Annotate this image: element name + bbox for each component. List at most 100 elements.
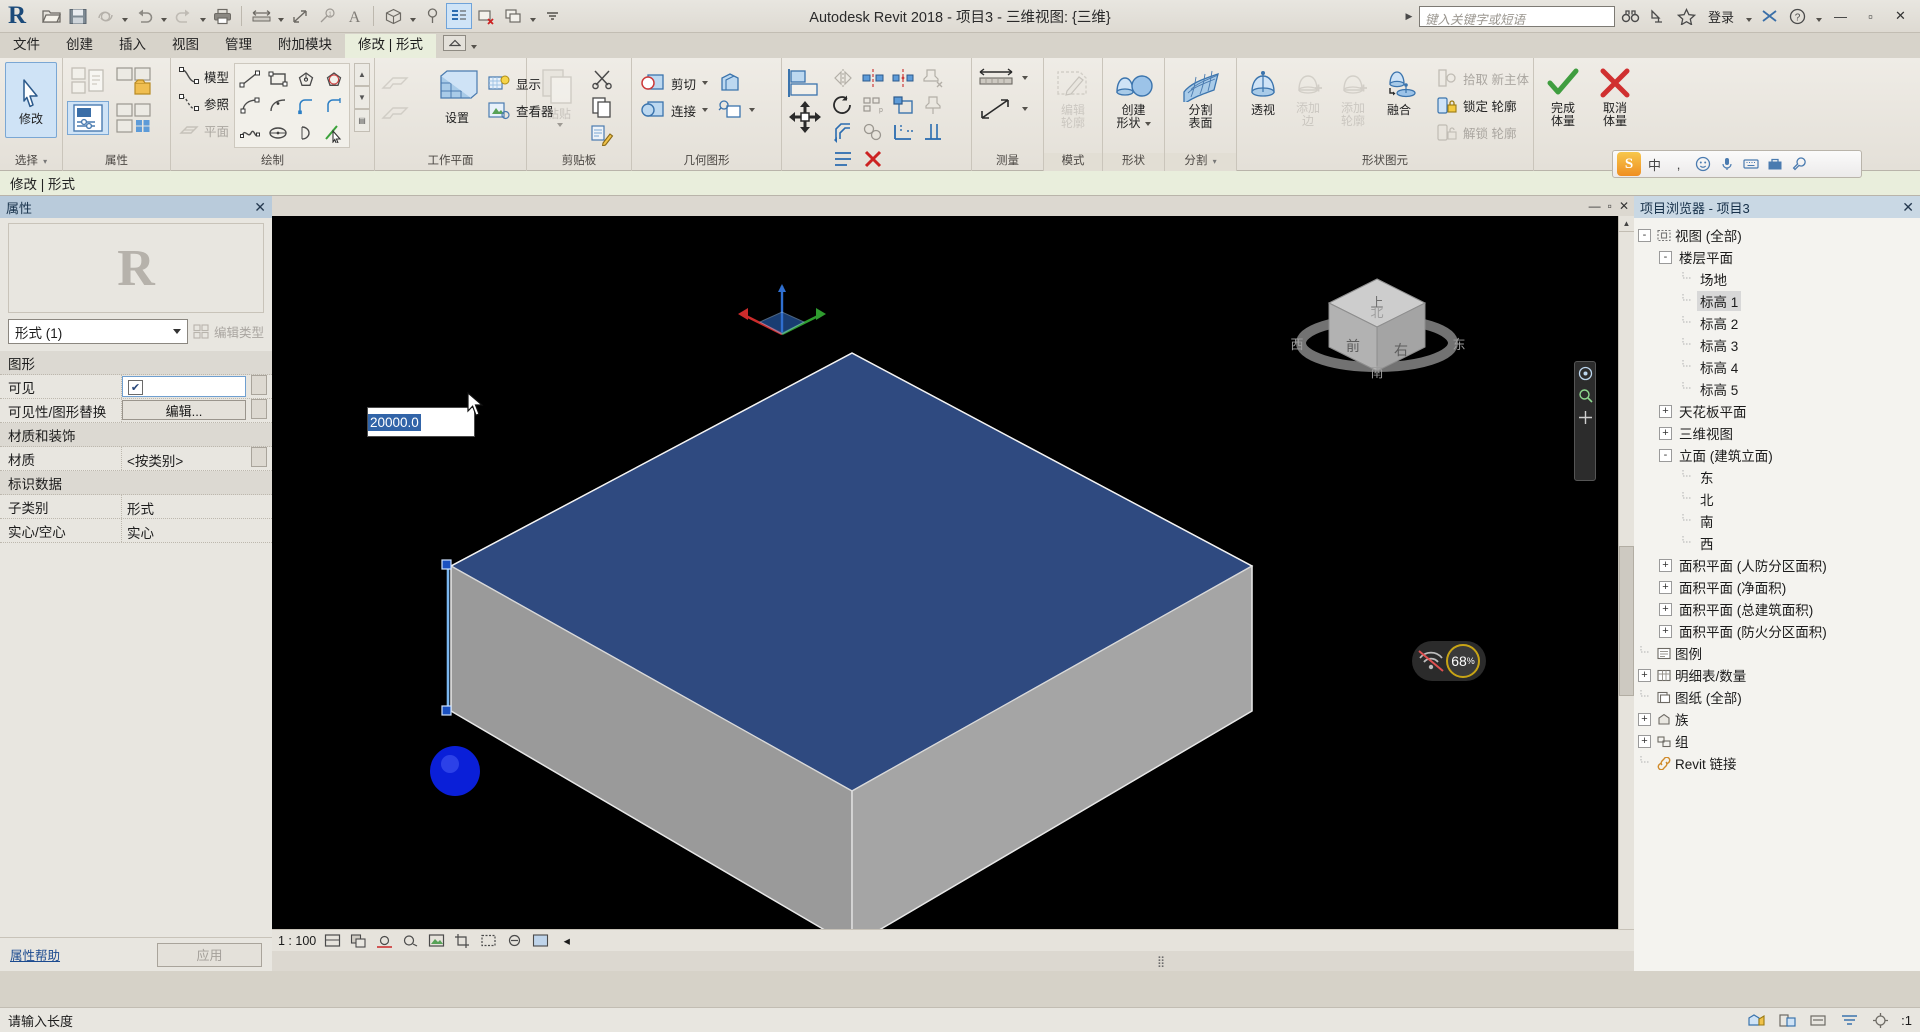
browser-tree-item[interactable]: + 面积平面 (总建筑面积) bbox=[1638, 598, 1920, 620]
draw-gallery-scroll-up[interactable]: ▲ bbox=[354, 63, 370, 86]
temporary-hide-isolate-icon[interactable] bbox=[505, 932, 524, 949]
3d-viewport-canvas[interactable]: 前 右 上 西 东 南 北 20000.0 68 % bbox=[272, 216, 1618, 951]
print-icon[interactable] bbox=[209, 3, 235, 29]
tab-manage[interactable]: 管理 bbox=[212, 34, 265, 58]
view-maximize-button[interactable]: ▫ bbox=[1608, 199, 1612, 213]
type-selector-combo[interactable]: 形式 (1) bbox=[8, 319, 188, 344]
expand-icon[interactable]: + bbox=[1659, 624, 1672, 638]
sign-in-dropdown-arrow-icon[interactable] bbox=[1743, 3, 1754, 29]
match-type-icon[interactable] bbox=[587, 121, 617, 148]
view-close-button[interactable]: ✕ bbox=[1619, 199, 1629, 213]
collapse-icon[interactable]: - bbox=[1659, 250, 1672, 264]
tab-modify-form[interactable]: 修改 | 形式 bbox=[345, 34, 437, 58]
draw-gallery-scroll-down[interactable]: ▼ bbox=[354, 86, 370, 109]
cut-geometry-dropdown-arrow-icon[interactable] bbox=[702, 81, 709, 85]
property-value-visible[interactable]: ✔ bbox=[122, 376, 246, 397]
measure-along-icon[interactable] bbox=[976, 96, 1016, 122]
keyboard-icon[interactable] bbox=[1740, 154, 1761, 175]
set-workplane-button[interactable]: 设置 bbox=[433, 62, 481, 127]
pick-lines-icon[interactable] bbox=[320, 119, 348, 146]
spline-icon[interactable] bbox=[236, 119, 264, 146]
browser-tree-item[interactable]: + 面积平面 (防火分区面积) bbox=[1638, 620, 1920, 642]
expand-icon[interactable]: + bbox=[1638, 734, 1651, 748]
dimension-input-value[interactable]: 20000.0 bbox=[368, 413, 421, 431]
browser-tree-item[interactable]: 标高 5 bbox=[1638, 378, 1920, 400]
join-geometry-dropdown-arrow-icon[interactable] bbox=[702, 108, 709, 112]
expand-icon[interactable]: + bbox=[1638, 712, 1651, 726]
arc-three-point-icon[interactable] bbox=[264, 92, 292, 119]
shadows-icon[interactable] bbox=[401, 932, 420, 949]
copy-icon[interactable] bbox=[587, 93, 617, 120]
move-icon[interactable] bbox=[786, 100, 824, 134]
browser-tree-item[interactable]: 南 bbox=[1638, 510, 1920, 532]
browser-tree-item[interactable]: + 组 bbox=[1638, 730, 1920, 752]
view-horizontal-scrollbar[interactable]: ⣿ bbox=[272, 951, 1634, 971]
draw-plane-button[interactable]: 平面 bbox=[175, 117, 232, 143]
sun-path-icon[interactable] bbox=[375, 932, 394, 949]
browser-tree-item[interactable]: 标高 2 bbox=[1638, 312, 1920, 334]
sign-in-label[interactable]: 登录 bbox=[1702, 7, 1740, 26]
measure-between-icon[interactable] bbox=[976, 66, 1016, 90]
ribbon-minimize-dropdown-arrow-icon[interactable] bbox=[468, 30, 479, 56]
help-icon[interactable]: ? bbox=[1785, 4, 1810, 29]
undo-icon[interactable] bbox=[131, 3, 157, 29]
collapse-icon[interactable]: - bbox=[1638, 228, 1651, 242]
toolbox-icon[interactable] bbox=[1764, 154, 1785, 175]
ellipse-icon[interactable] bbox=[264, 119, 292, 146]
vg-override-spinner[interactable] bbox=[251, 399, 267, 419]
trim-extend-single-icon[interactable] bbox=[918, 118, 948, 145]
expand-icon[interactable]: + bbox=[1638, 668, 1651, 682]
divide-dialog-launcher-icon[interactable]: ▾ bbox=[1213, 157, 1217, 166]
delete-pin-icon[interactable] bbox=[918, 64, 948, 91]
switch-windows-dropdown-arrow-icon[interactable] bbox=[527, 3, 538, 29]
tab-view[interactable]: 视图 bbox=[159, 34, 212, 58]
section-icon[interactable] bbox=[419, 3, 445, 29]
help-dropdown-arrow-icon[interactable] bbox=[1813, 3, 1824, 29]
tab-insert[interactable]: 插入 bbox=[106, 34, 159, 58]
split-face-dropdown-arrow-icon[interactable] bbox=[749, 108, 756, 112]
dissolve-button[interactable]: 融合 bbox=[1376, 62, 1422, 119]
demolish-button[interactable] bbox=[714, 70, 758, 96]
dimension-input[interactable]: 20000.0 bbox=[367, 407, 475, 437]
family-category-icon[interactable] bbox=[112, 64, 156, 98]
cut-geometry-button[interactable]: 剪切 bbox=[636, 70, 711, 96]
measure-icon[interactable] bbox=[248, 3, 274, 29]
open-icon[interactable] bbox=[38, 3, 64, 29]
property-value-solid-void[interactable]: 实心 bbox=[122, 519, 272, 542]
expand-icon[interactable]: + bbox=[1659, 602, 1672, 616]
select-dialog-launcher-icon[interactable]: ▾ bbox=[43, 157, 47, 166]
browser-tree-item[interactable]: 图纸 (全部) bbox=[1638, 686, 1920, 708]
expand-icon[interactable]: + bbox=[1659, 404, 1672, 418]
measure-dropdown-arrow-icon[interactable] bbox=[275, 3, 286, 29]
material-browse-button[interactable] bbox=[251, 447, 267, 467]
draw-gallery-expand[interactable]: ▤ bbox=[354, 109, 370, 132]
exclude-options-icon[interactable] bbox=[1839, 1011, 1859, 1029]
reveal-hidden-icon[interactable] bbox=[531, 932, 550, 949]
property-value-subcategory[interactable]: 形式 bbox=[122, 495, 272, 518]
finish-mass-button[interactable]: 完成 体量 bbox=[1538, 62, 1588, 130]
browser-tree-item[interactable]: 东 bbox=[1638, 466, 1920, 488]
redo-icon[interactable] bbox=[170, 3, 196, 29]
pin-icon[interactable] bbox=[918, 91, 948, 118]
browser-tree-item[interactable]: 北 bbox=[1638, 488, 1920, 510]
measure-along-dropdown-arrow-icon[interactable] bbox=[1022, 107, 1028, 111]
lock-profile-button[interactable]: 锁定 轮廓 bbox=[1432, 92, 1532, 118]
comma-icon[interactable]: , bbox=[1668, 154, 1689, 175]
scale-icon[interactable] bbox=[888, 91, 918, 118]
trim-extend-multiple-icon[interactable] bbox=[828, 145, 858, 172]
steering-wheel-icon[interactable] bbox=[1578, 366, 1593, 381]
collapse-icon[interactable]: - bbox=[1659, 448, 1672, 462]
satellite-icon[interactable] bbox=[1646, 4, 1671, 29]
filter-settings-icon[interactable] bbox=[1870, 1011, 1890, 1029]
copy-move-icon[interactable] bbox=[858, 118, 888, 145]
draw-reference-button[interactable]: 参照 bbox=[175, 90, 232, 116]
line-icon[interactable] bbox=[236, 65, 264, 92]
visible-checkbox[interactable]: ✔ bbox=[128, 380, 143, 395]
view-scale[interactable]: 1 : 100 bbox=[278, 934, 316, 948]
switch-windows-icon[interactable] bbox=[500, 3, 526, 29]
star-icon[interactable] bbox=[1674, 4, 1699, 29]
smiley-icon[interactable] bbox=[1692, 154, 1713, 175]
circle-center-ends-icon[interactable] bbox=[236, 92, 264, 119]
paste-dropdown-arrow-icon[interactable] bbox=[557, 123, 563, 127]
vg-override-edit-button[interactable]: 编辑... bbox=[122, 400, 246, 420]
